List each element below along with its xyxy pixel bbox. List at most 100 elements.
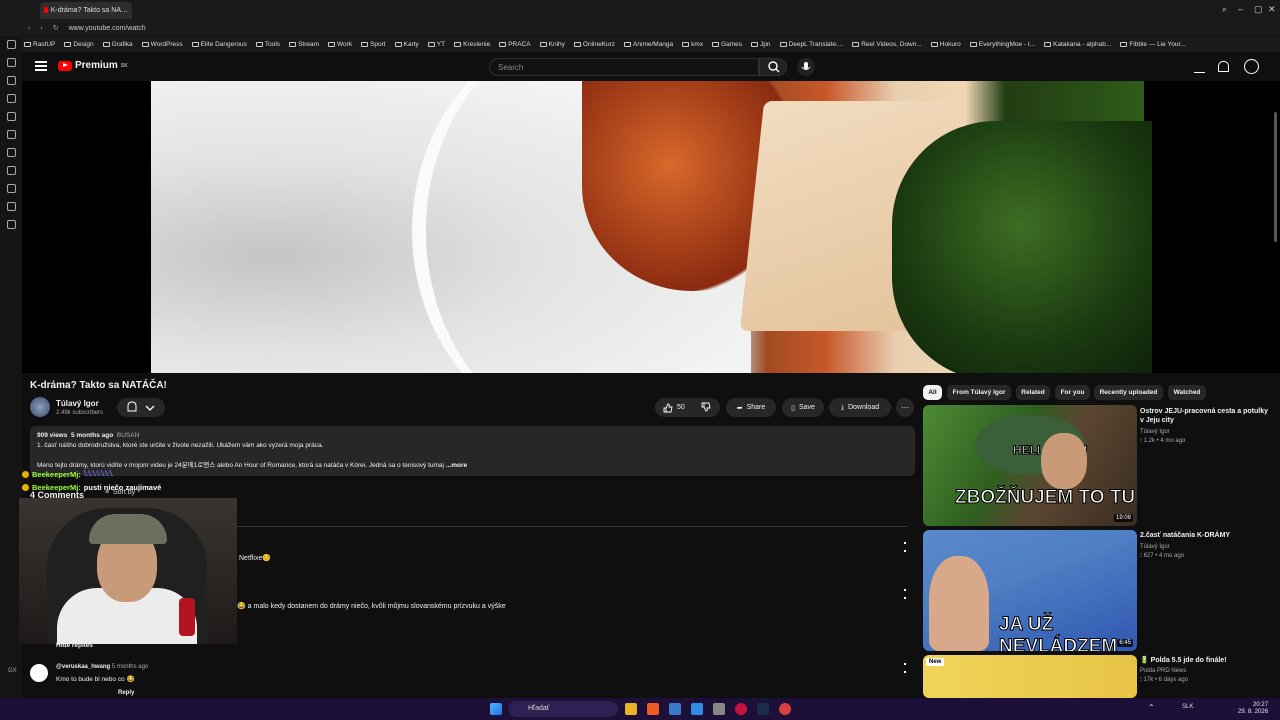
commenter-name[interactable]: @veruskaa_hwang bbox=[56, 664, 110, 670]
bookmark-item[interactable]: Karty bbox=[394, 41, 419, 48]
description-box[interactable]: 909 views 5 months ago BUSAN 1. časť náš… bbox=[30, 426, 915, 476]
bookmark-item[interactable]: Hokuro bbox=[930, 41, 961, 48]
sidebar-app-icon[interactable] bbox=[6, 112, 16, 121]
bookmark-item[interactable]: DeepL Translate:... bbox=[779, 41, 843, 48]
bookmark-item[interactable]: Grafika bbox=[102, 41, 133, 48]
bookmark-item[interactable]: Stream bbox=[289, 41, 319, 48]
filter-chip[interactable]: For you bbox=[1055, 385, 1090, 400]
comment-menu-icon[interactable] bbox=[904, 589, 906, 599]
save-button[interactable]: ▯ Save bbox=[782, 398, 824, 417]
file-explorer-icon[interactable] bbox=[625, 703, 637, 715]
sidebar-app-icon[interactable] bbox=[6, 40, 16, 49]
start-icon[interactable] bbox=[490, 703, 502, 715]
sidebar-app-icon[interactable] bbox=[6, 166, 16, 175]
bookmark-item[interactable]: EverythingMoe - I... bbox=[969, 41, 1035, 48]
filter-chip[interactable]: Recently uploaded bbox=[1094, 385, 1163, 400]
filter-chip[interactable]: From Túlavý Igor bbox=[947, 385, 1011, 400]
sidebar-app-icon[interactable] bbox=[6, 130, 16, 139]
related-channel[interactable]: Túlavý Igor bbox=[1140, 543, 1170, 551]
subscription-bell-button[interactable] bbox=[117, 398, 165, 417]
voice-search-button[interactable] bbox=[797, 58, 815, 76]
channel-avatar[interactable] bbox=[30, 397, 50, 417]
search-tabs-icon[interactable]: ⌕ bbox=[1222, 4, 1227, 15]
bookmark-item[interactable]: Elite Dangerous bbox=[191, 41, 247, 48]
bookmark-item[interactable]: RastUP bbox=[24, 41, 55, 48]
related-thumbnail[interactable]: HELLO JEJU ZBOŽŇUJEM TO TU 19:08 bbox=[923, 405, 1137, 526]
related-thumbnail[interactable]: JA UŽ NEVLÁDZEM 6:45 bbox=[923, 530, 1137, 651]
app-icon[interactable] bbox=[713, 703, 725, 715]
bookmark-item[interactable]: PRACA bbox=[499, 41, 531, 48]
sidebar-app-icon[interactable] bbox=[6, 184, 16, 193]
bookmark-item[interactable]: Work bbox=[328, 41, 352, 48]
location-tag[interactable]: BUSAN bbox=[117, 432, 139, 439]
bookmark-item[interactable]: Jpn bbox=[751, 41, 771, 48]
youtube-logo[interactable]: Premium SK bbox=[58, 60, 128, 71]
upload-icon[interactable] bbox=[1194, 61, 1205, 73]
sidebar-app-icon[interactable] bbox=[6, 58, 16, 67]
notifications-icon[interactable] bbox=[1218, 61, 1229, 72]
download-button[interactable]: ⤓ Download bbox=[829, 398, 891, 417]
sidebar-app-icon[interactable] bbox=[6, 94, 16, 103]
tray-chevron-icon[interactable]: ⌃ bbox=[1148, 703, 1155, 712]
search-button[interactable] bbox=[759, 58, 787, 76]
bookmark-item[interactable]: kmx bbox=[682, 41, 703, 48]
comment-menu-icon[interactable] bbox=[904, 663, 906, 673]
bookmark-item[interactable]: Sport bbox=[361, 41, 386, 48]
language-indicator[interactable]: SLK bbox=[1182, 704, 1193, 710]
maximize-icon[interactable]: ▢ bbox=[1254, 4, 1263, 15]
bookmark-item[interactable]: Anime/Manga bbox=[624, 41, 673, 48]
opera-gx-icon[interactable] bbox=[735, 703, 747, 715]
bookmark-item[interactable]: Games bbox=[712, 41, 742, 48]
related-video-title[interactable]: 🔋 Polda 5.5 jde do finále! bbox=[1140, 656, 1272, 665]
hide-replies-button[interactable]: Hide replies ⌃ bbox=[56, 641, 100, 649]
brave-icon[interactable] bbox=[647, 703, 659, 715]
filter-chip[interactable]: All bbox=[923, 385, 942, 400]
filter-chip[interactable]: Watched bbox=[1168, 385, 1206, 400]
app-icon[interactable] bbox=[669, 703, 681, 715]
search-input[interactable]: Search bbox=[489, 58, 759, 76]
browser-tab[interactable]: K-dráma? Takto sa NA… bbox=[40, 1, 132, 19]
related-video-title[interactable]: 2.časť natáčania K-DRÁMY bbox=[1140, 531, 1272, 540]
channel-name[interactable]: Túlavý Igor bbox=[56, 399, 99, 408]
share-button[interactable]: ➦ Share bbox=[726, 398, 776, 417]
filter-chip[interactable]: Related bbox=[1016, 385, 1050, 400]
sidebar-app-icon[interactable] bbox=[6, 220, 16, 229]
reply-button[interactable]: Reply bbox=[118, 690, 134, 696]
bookmark-item[interactable]: Fibble — Lie Your... bbox=[1120, 41, 1186, 48]
sidebar-app-icon[interactable] bbox=[6, 202, 16, 211]
app-icon[interactable] bbox=[779, 703, 791, 715]
url-field[interactable]: www.youtube.com/watch bbox=[69, 25, 146, 32]
back-icon[interactable]: ‹ bbox=[28, 25, 30, 32]
show-more-link[interactable]: ...more bbox=[446, 462, 467, 469]
account-avatar[interactable] bbox=[1244, 59, 1259, 74]
forward-icon[interactable]: › bbox=[40, 25, 42, 32]
sidebar-app-icon[interactable] bbox=[6, 76, 16, 85]
more-actions-button[interactable]: ⋯ bbox=[896, 398, 914, 417]
bookmark-item[interactable]: Katakana - alphab... bbox=[1044, 41, 1111, 48]
related-channel[interactable]: Túlavý Igor bbox=[1140, 428, 1170, 436]
bookmark-item[interactable]: Kreslenie bbox=[454, 41, 490, 48]
bookmark-item[interactable]: Knihy bbox=[539, 41, 565, 48]
bookmark-item[interactable]: Tools bbox=[255, 41, 280, 48]
related-channel[interactable]: Polda PRD News bbox=[1140, 667, 1186, 675]
page-scrollbar[interactable] bbox=[1274, 112, 1277, 242]
minimize-icon[interactable]: – bbox=[1238, 4, 1243, 14]
sidebar-app-icon[interactable] bbox=[6, 148, 16, 157]
app-icon[interactable] bbox=[691, 703, 703, 715]
bookmark-item[interactable]: OnlineKurz bbox=[573, 41, 615, 48]
video-player[interactable] bbox=[22, 81, 1280, 373]
bookmark-item[interactable]: YT bbox=[427, 41, 445, 48]
dislike-button[interactable] bbox=[701, 402, 711, 414]
like-button[interactable]: 50 bbox=[663, 403, 685, 413]
close-icon[interactable]: ✕ bbox=[1268, 4, 1276, 15]
menu-icon[interactable] bbox=[35, 61, 47, 71]
related-video-title[interactable]: Ostrov JEJU-pracovná cesta a potulky v J… bbox=[1140, 407, 1272, 425]
comment-menu-icon[interactable] bbox=[904, 542, 906, 552]
bookmark-item[interactable]: Reel Videos, Down... bbox=[852, 41, 922, 48]
taskbar-clock[interactable]: 20:27 29. 8. 2026 bbox=[1238, 702, 1268, 716]
commenter-avatar[interactable] bbox=[30, 664, 48, 682]
related-thumbnail[interactable]: New bbox=[923, 655, 1137, 698]
reload-icon[interactable]: ↻ bbox=[53, 24, 59, 32]
bookmark-item[interactable]: WordPress bbox=[141, 41, 183, 48]
taskbar-search[interactable]: Hľadať bbox=[508, 701, 618, 717]
